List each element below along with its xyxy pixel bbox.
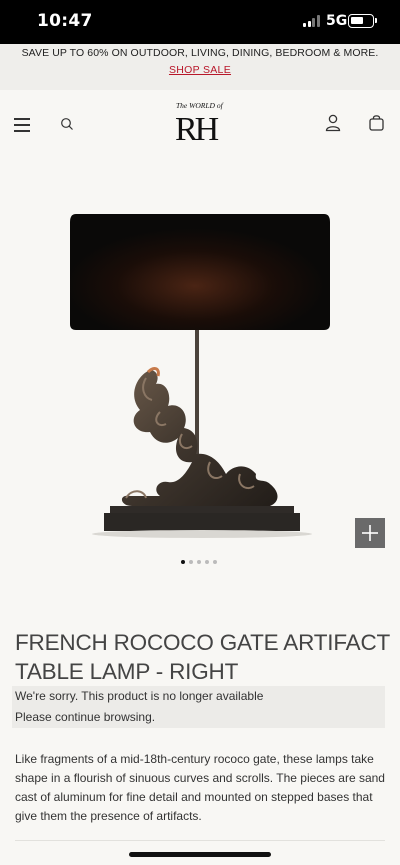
carousel-dot[interactable]: [213, 560, 217, 564]
promo-banner: SAVE UP TO 60% ON OUTDOOR, LIVING, DININ…: [0, 44, 400, 90]
divider: [15, 840, 385, 841]
status-time: 10:47: [37, 11, 93, 31]
logo-tagline: The WORLD of: [176, 101, 223, 110]
home-indicator[interactable]: [129, 852, 271, 857]
carousel-dot[interactable]: [197, 560, 201, 564]
product-description: Like fragments of a mid-18th-century roc…: [15, 752, 385, 823]
logo-mark: RH: [175, 111, 219, 148]
account-icon[interactable]: [325, 114, 341, 132]
carousel-dot[interactable]: [189, 560, 193, 564]
search-icon[interactable]: [60, 117, 74, 131]
battery-icon: [348, 14, 374, 28]
rh-logo[interactable]: The WORLD of RH: [168, 102, 232, 152]
product-title: FRENCH ROCOCO GATE ARTIFACT TABLE LAMP -…: [15, 630, 390, 684]
plus-icon: [362, 525, 378, 541]
zoom-button[interactable]: [355, 518, 385, 548]
shop-sale-link[interactable]: SHOP SALE: [169, 63, 231, 77]
shopping-bag-icon[interactable]: [369, 114, 384, 131]
unavailable-message: We're sorry. This product is no longer a…: [15, 689, 264, 703]
carousel-dot[interactable]: [205, 560, 209, 564]
battery-cap: [375, 18, 377, 23]
signal-icon: [303, 15, 321, 27]
carousel-dot[interactable]: [181, 560, 185, 564]
continue-message: Please continue browsing.: [15, 710, 156, 724]
network-label: 5G: [326, 13, 348, 29]
product-image: [70, 214, 330, 538]
unavailable-notice: We're sorry. This product is no longer a…: [12, 686, 385, 728]
promo-text: SAVE UP TO 60% ON OUTDOOR, LIVING, DININ…: [21, 47, 379, 59]
site-header: The WORLD of RH: [0, 90, 400, 162]
menu-icon[interactable]: [14, 116, 32, 132]
product-gallery[interactable]: [0, 162, 400, 582]
status-bar: 10:47 5G: [0, 0, 400, 44]
